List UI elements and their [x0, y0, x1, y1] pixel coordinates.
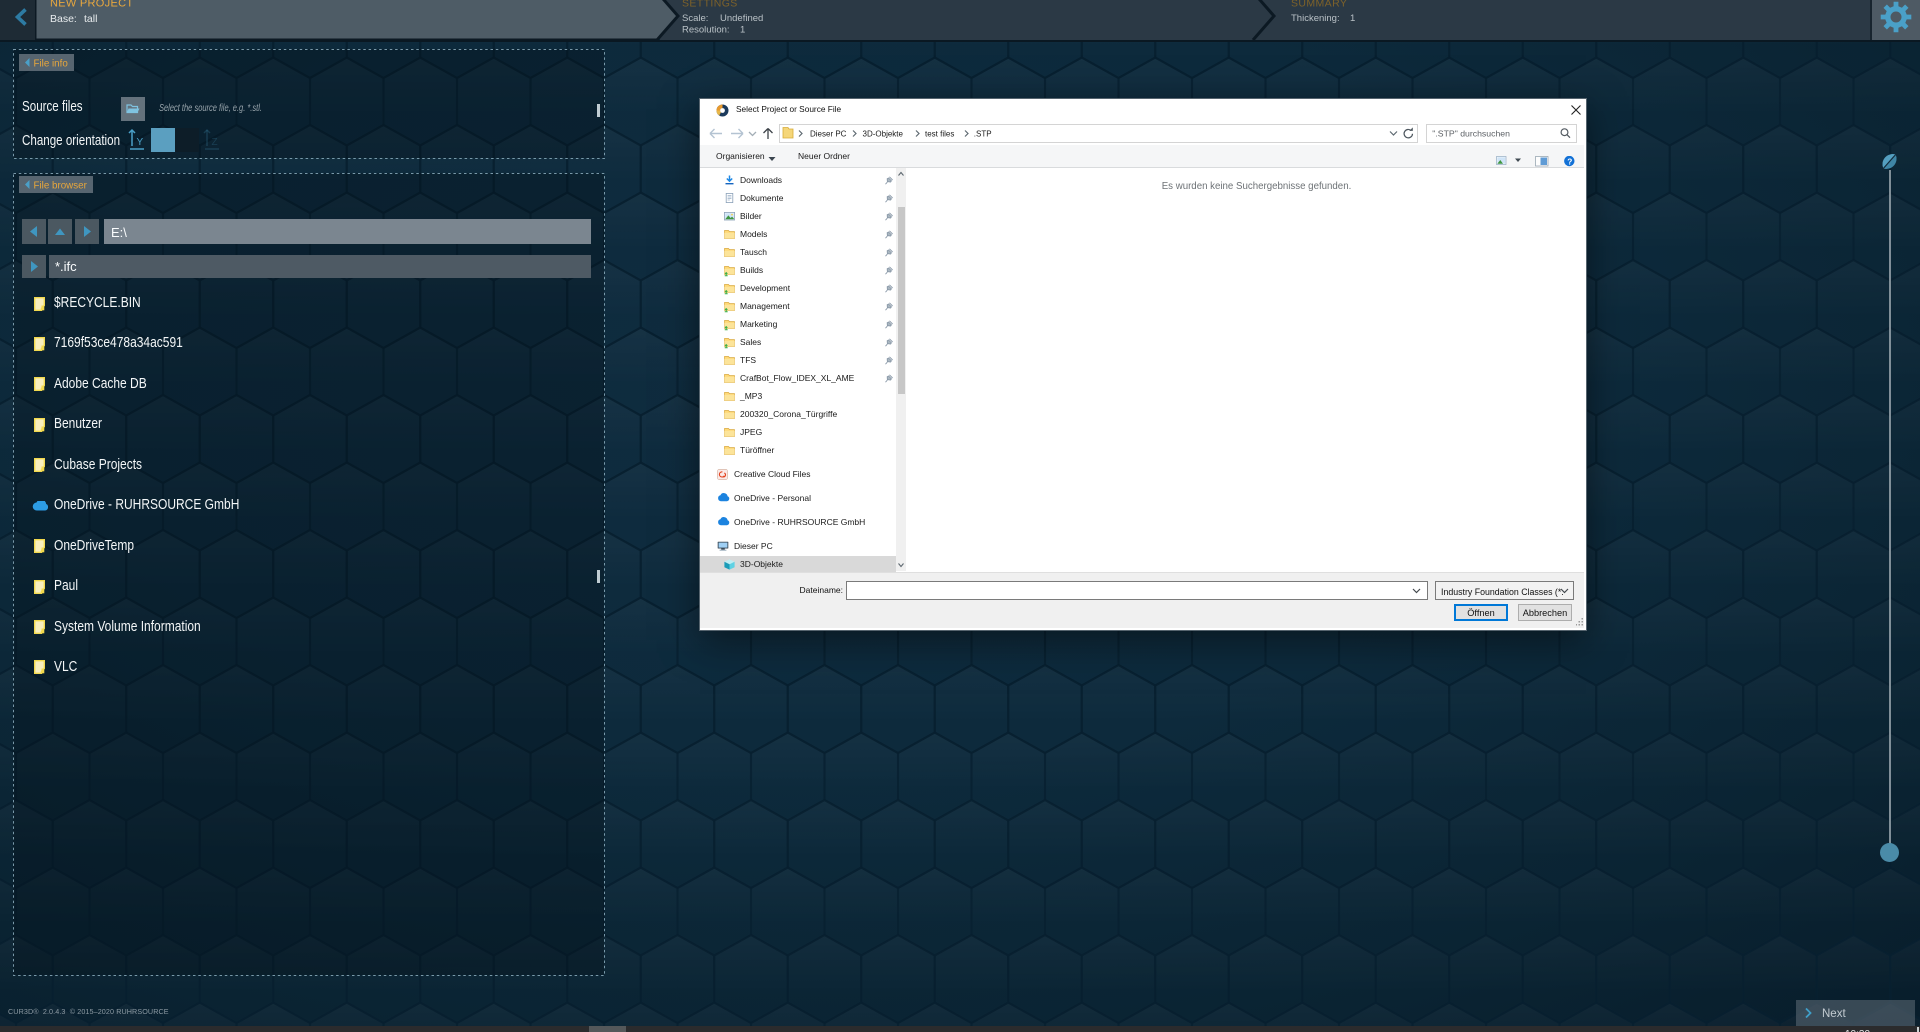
svg-text:.STP: .STP — [974, 130, 992, 139]
svg-text:test files: test files — [925, 130, 954, 139]
svg-text:File info: File info — [34, 59, 69, 70]
svg-text:1: 1 — [1350, 13, 1355, 24]
svg-text:3D-Objekte: 3D-Objekte — [863, 130, 904, 139]
svg-text:SUMMARY: SUMMARY — [1291, 0, 1347, 10]
svg-text:Base:: Base: — [50, 13, 77, 25]
svg-text:Dieser PC: Dieser PC — [810, 130, 847, 139]
svg-text:Y: Y — [137, 137, 144, 148]
svg-text:SETTINGS: SETTINGS — [682, 0, 738, 10]
svg-text:".STP" durchsuchen: ".STP" durchsuchen — [1432, 129, 1510, 139]
svg-text:Undefined: Undefined — [720, 13, 763, 24]
svg-text:tall: tall — [84, 13, 97, 25]
svg-text:Scale:: Scale: — [682, 13, 708, 24]
svg-text:Next: Next — [1822, 1008, 1846, 1020]
svg-text:Z: Z — [212, 137, 218, 148]
svg-text:Resolution:: Resolution: — [682, 25, 730, 36]
svg-text:NEW PROJECT: NEW PROJECT — [50, 0, 133, 10]
svg-text:Thickening:: Thickening: — [1291, 13, 1340, 24]
svg-text:?: ? — [1567, 156, 1572, 166]
svg-text:File browser: File browser — [34, 181, 88, 192]
svg-text:1: 1 — [740, 25, 745, 36]
